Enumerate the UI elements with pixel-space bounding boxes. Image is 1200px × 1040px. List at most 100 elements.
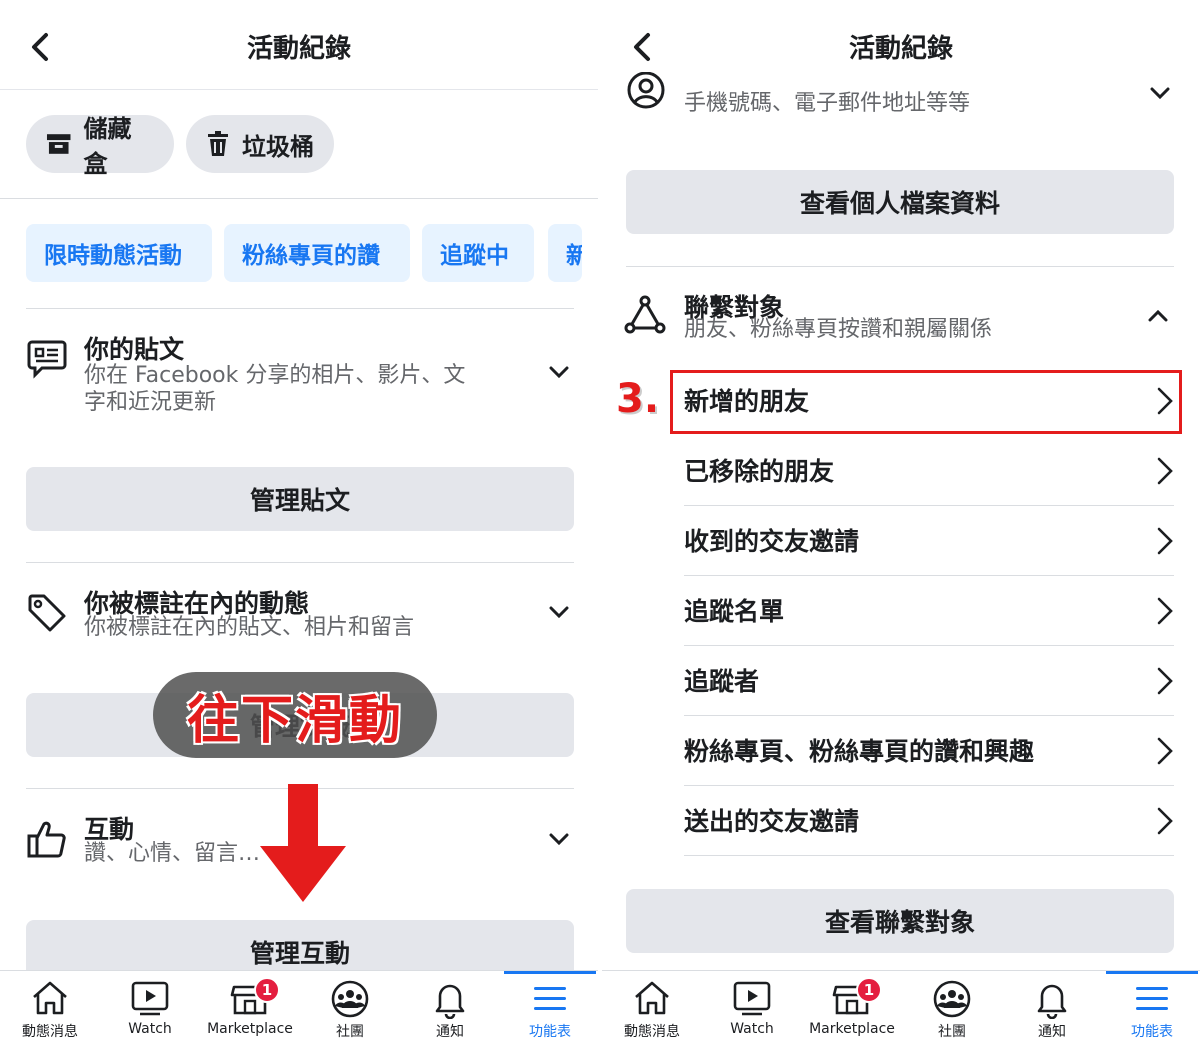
tab-menu[interactable]: 功能表 [1102, 971, 1200, 1040]
divider [626, 266, 1174, 267]
profile-info-subtitle: 手機號碼、電子郵件地址等等 [684, 91, 971, 116]
menu-icon [534, 987, 566, 1010]
tab-groups[interactable]: 社團 [300, 971, 400, 1040]
archive-button[interactable]: 儲藏盒 [26, 115, 174, 178]
tab-watch[interactable]: Watch [702, 971, 802, 1040]
home-icon [33, 981, 67, 1015]
list-item-label: 粉絲專頁、粉絲專頁的讚和興趣 [684, 737, 1035, 766]
active-indicator [504, 971, 596, 974]
tab-news-feed[interactable]: 動態消息 [602, 971, 702, 1040]
tab-marketplace[interactable]: 1 Marketplace [802, 971, 902, 1040]
manage-posts-button[interactable]: 管理貼文 [26, 467, 574, 531]
tab-label: 功能表 [1131, 1024, 1173, 1040]
header: 活動紀錄 [0, 0, 598, 90]
trash-button[interactable]: 垃圾桶 [186, 115, 334, 173]
chip-partial[interactable]: 新 [548, 224, 582, 282]
chevron-down-icon[interactable] [1150, 86, 1170, 100]
chevron-right-icon [1157, 737, 1173, 765]
trash-label: 垃圾桶 [242, 132, 314, 161]
notification-badge: 1 [856, 977, 882, 1003]
chevron-right-icon [1157, 457, 1173, 485]
chevron-down-icon[interactable] [549, 365, 569, 379]
chevron-right-icon [1157, 597, 1173, 625]
tab-bar: 動態消息 Watch 1 Marketplace 社團 通知 功能表 [0, 970, 598, 1040]
tab-notifications[interactable]: 通知 [400, 971, 500, 1040]
arrow-down-icon [260, 784, 346, 902]
profile-info-icon [627, 71, 665, 109]
divider [0, 198, 598, 199]
home-icon [635, 981, 669, 1015]
chevron-right-icon [1157, 807, 1173, 835]
list-item-label: 送出的交友邀請 [684, 807, 860, 836]
archive-label: 儲藏盒 [83, 115, 132, 178]
tab-label: Marketplace [809, 1021, 895, 1037]
chevron-right-icon [1157, 527, 1173, 555]
connections-subtitle: 朋友、粉絲專頁按讚和親屬關係 [684, 317, 993, 342]
left-screen: 活動紀錄 儲藏盒 垃圾桶 限時動態活動 粉絲專頁的讚 追蹤中 新 你的貼文 你在… [0, 0, 598, 1040]
tab-bar: 動態消息 Watch 1 Marketplace 社團 通知 功能表 [602, 970, 1200, 1040]
tab-marketplace[interactable]: 1 Marketplace [200, 971, 300, 1040]
list-item-pages-likes-interests[interactable]: 粉絲專頁、粉絲專頁的讚和興趣 [684, 716, 1174, 786]
chevron-down-icon[interactable] [549, 832, 569, 846]
divider [26, 308, 574, 309]
tab-label: 功能表 [529, 1024, 571, 1040]
tab-groups[interactable]: 社團 [902, 971, 1002, 1040]
tab-menu[interactable]: 功能表 [500, 971, 598, 1040]
groups-icon [933, 980, 971, 1018]
tab-label: 社團 [336, 1024, 364, 1040]
tab-watch[interactable]: Watch [100, 971, 200, 1040]
divider [684, 855, 1174, 856]
tab-label: 通知 [436, 1024, 464, 1040]
list-item-followers[interactable]: 追蹤者 [684, 646, 1174, 716]
chevron-down-icon[interactable] [549, 605, 569, 619]
watch-icon [733, 981, 771, 1016]
list-item-received-requests[interactable]: 收到的交友邀請 [684, 506, 1174, 576]
page-title: 活動紀錄 [246, 34, 351, 64]
notification-badge: 1 [254, 977, 280, 1003]
right-screen: 手機號碼、電子郵件地址等等 活動紀錄 查看個人檔案資料 聯繫對象 朋友、粉絲專頁… [602, 0, 1200, 1040]
tagged-subtitle: 你被標註在內的貼文、相片和留言 [84, 615, 415, 640]
tab-label: 動態消息 [624, 1024, 680, 1040]
list-item-label: 追蹤名單 [684, 597, 785, 626]
chip-stories[interactable]: 限時動態活動 [26, 224, 212, 282]
posts-subtitle-1: 你在 Facebook 分享的相片、影片、文 [84, 363, 466, 388]
watch-icon [131, 981, 169, 1016]
connections-icon [624, 295, 666, 334]
scroll-down-hint: 往下滑動 [153, 672, 437, 758]
archive-icon [46, 134, 71, 154]
list-item-label: 收到的交友邀請 [684, 527, 860, 556]
list-item-following[interactable]: 追蹤名單 [684, 576, 1174, 646]
tab-label: Watch [128, 1021, 172, 1037]
divider [26, 562, 574, 563]
tab-label: Marketplace [207, 1021, 293, 1037]
tab-label: Watch [730, 1021, 774, 1037]
active-indicator [1106, 971, 1198, 974]
tab-label: 動態消息 [22, 1024, 78, 1040]
header: 活動紀錄 [602, 0, 1200, 72]
chevron-up-icon[interactable] [1148, 309, 1168, 323]
trash-icon [208, 131, 228, 156]
posts-icon [27, 340, 67, 379]
list-item-label: 已移除的朋友 [684, 457, 835, 486]
highlight-box [670, 370, 1182, 434]
interactions-subtitle: 讚、心情、留言… [84, 841, 261, 866]
tab-label: 通知 [1038, 1024, 1066, 1040]
thumbs-up-icon [27, 821, 66, 858]
chip-following[interactable]: 追蹤中 [422, 224, 534, 282]
chevron-right-icon [1157, 667, 1173, 695]
tab-notifications[interactable]: 通知 [1002, 971, 1102, 1040]
tab-news-feed[interactable]: 動態消息 [0, 971, 100, 1040]
chip-page-likes[interactable]: 粉絲專頁的讚 [224, 224, 410, 282]
groups-icon [331, 980, 369, 1018]
tab-label: 社團 [938, 1024, 966, 1040]
bell-icon [1037, 984, 1067, 1019]
list-item-label: 追蹤者 [684, 667, 760, 696]
posts-subtitle-2: 字和近況更新 [84, 390, 217, 415]
step-number: 3. [616, 376, 660, 422]
list-item-sent-requests[interactable]: 送出的交友邀請 [684, 786, 1174, 856]
page-title: 活動紀錄 [848, 34, 953, 64]
view-connections-button[interactable]: 查看聯繫對象 [626, 889, 1174, 953]
view-profile-info-button[interactable]: 查看個人檔案資料 [626, 170, 1174, 234]
list-item-removed-friends[interactable]: 已移除的朋友 [684, 436, 1174, 506]
menu-icon [1136, 987, 1168, 1010]
